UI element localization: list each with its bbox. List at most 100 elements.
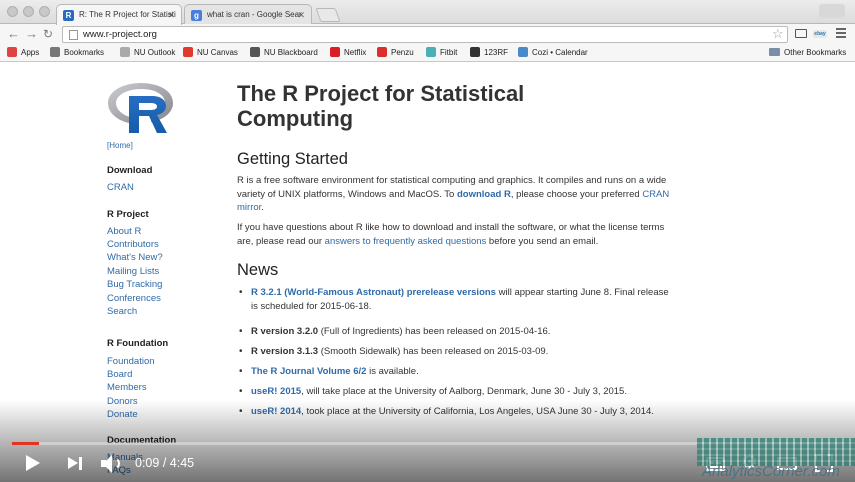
volume-icon[interactable] (100, 454, 124, 474)
news-link[interactable]: useR! 2015 (251, 386, 301, 397)
reload-icon[interactable]: ↻ (43, 26, 53, 42)
bullet-icon: • (239, 386, 243, 397)
menu-icon[interactable] (836, 28, 846, 38)
123rf-icon (470, 47, 480, 57)
news-item: • useR! 2015, will take place at the Univ… (237, 385, 677, 399)
sidebar-link[interactable]: What's New? (107, 251, 163, 264)
news-lead: R version 3.1.3 (251, 346, 319, 357)
netflix-icon (330, 47, 340, 57)
tab-close-icon[interactable]: ✕ (297, 5, 305, 25)
news-link[interactable]: R 3.2.1 (World-Famous Astronaut) prerele… (251, 287, 496, 298)
penzu-icon (377, 47, 387, 57)
bookmark-item[interactable]: Bookmarks (50, 46, 104, 60)
tab-google-search[interactable]: g what is cran - Google Sear ✕ (184, 4, 312, 25)
sidebar-link[interactable]: Board (107, 368, 132, 381)
address-bar[interactable]: www.r-project.org (62, 26, 788, 43)
screen: R R: The R Project for Statisti ✕ g what… (0, 0, 855, 482)
news-lead: R version 3.2.0 (251, 326, 319, 337)
r-logo-icon[interactable] (107, 79, 175, 135)
tab-title: what is cran - Google Sear (207, 10, 302, 19)
news-item: • The R Journal Volume 6/2 is available. (237, 365, 677, 379)
window-zoom-button[interactable] (39, 6, 50, 17)
bookmark-item[interactable]: Penzu (377, 46, 414, 60)
profile-badge[interactable] (819, 4, 845, 18)
news-item: • R 3.2.1 (World-Famous Astronaut) prerel… (237, 286, 677, 313)
news-link[interactable]: The R Journal Volume 6/2 (251, 366, 366, 377)
news-text: is available. (366, 366, 419, 377)
bookmark-item[interactable]: Fitbit (426, 46, 457, 60)
progress-played (12, 442, 39, 445)
sidebar-link[interactable]: CRAN (107, 181, 134, 194)
blackboard-icon (250, 47, 260, 57)
star-icon (50, 47, 60, 57)
bookmark-item[interactable]: Cozi • Calendar (518, 46, 588, 60)
google-favicon-icon: g (191, 10, 202, 21)
apps-grid-icon (7, 47, 17, 57)
news-text: , will take place at the University of A… (301, 386, 627, 397)
window-close-button[interactable] (7, 6, 18, 17)
sidebar-heading: R Project (107, 209, 149, 220)
forward-arrow-icon[interactable]: → (25, 26, 38, 42)
sidebar-link[interactable]: Search (107, 305, 137, 318)
sidebar-link[interactable]: Foundation (107, 355, 155, 368)
tab-close-icon[interactable]: ✕ (167, 5, 175, 25)
download-r-link[interactable]: download R (457, 189, 511, 200)
bullet-icon: • (239, 366, 243, 377)
tab-strip: R R: The R Project for Statisti ✕ g what… (0, 0, 855, 25)
canvas-icon (183, 47, 193, 57)
address-url[interactable]: www.r-project.org (83, 29, 157, 40)
page-title: The R Project for Statistical Computing (237, 81, 525, 131)
folder-icon (769, 48, 780, 56)
bookmark-item[interactable]: Apps (7, 46, 39, 60)
other-bookmarks[interactable]: Other Bookmarks (769, 46, 846, 60)
sidebar-link[interactable]: Contributors (107, 238, 159, 251)
faq-link[interactable]: answers to frequently asked questions (325, 236, 487, 247)
faq-paragraph: If you have questions about R like how t… (237, 222, 665, 247)
cast-icon[interactable] (795, 29, 807, 38)
news-item: • R version 3.1.3 (Smooth Sidewalk) has b… (237, 345, 677, 359)
bookmark-item[interactable]: Netflix (330, 46, 366, 60)
time-display: 0:09 / 4:45 (135, 456, 195, 470)
sidebar-link[interactable]: Conferences (107, 292, 161, 305)
play-icon[interactable] (26, 455, 40, 471)
back-arrow-icon[interactable]: ← (7, 26, 20, 42)
bookmark-item[interactable]: 123RF (470, 46, 508, 60)
sidebar-link[interactable]: Members (107, 381, 147, 394)
page-icon (69, 30, 78, 40)
new-tab-button[interactable] (315, 8, 341, 22)
getting-started-heading: Getting Started (237, 150, 348, 168)
news-text: (Full of Ingredients) has been released … (318, 326, 551, 337)
sidebar-link[interactable]: About R (107, 225, 141, 238)
fitbit-icon (426, 47, 436, 57)
bookmarks-bar: Apps Bookmarks NU Outlook NU Canvas NU Black… (0, 44, 855, 62)
tab-r-project[interactable]: R R: The R Project for Statisti ✕ (56, 4, 182, 25)
watermark-text: AnalyticsCorner.com (702, 463, 840, 480)
bookmark-item[interactable]: NU Canvas (183, 46, 238, 60)
news-heading: News (237, 261, 279, 279)
sidebar-heading: R Foundation (107, 338, 169, 349)
home-link[interactable]: [Home] (107, 141, 133, 150)
sidebar-link[interactable]: Bug Tracking (107, 278, 162, 291)
time-current: 0:09 (135, 456, 160, 470)
tab-title: R: The R Project for Statisti (79, 10, 176, 19)
intro-paragraph: R is a free software environment for sta… (237, 175, 670, 213)
bookmark-item[interactable]: NU Outlook (120, 46, 175, 60)
sidebar-heading: Download (107, 165, 153, 176)
sidebar-link[interactable]: Mailing Lists (107, 265, 159, 278)
next-icon[interactable] (68, 457, 84, 470)
time-total: 4:45 (169, 456, 195, 470)
extension-icon[interactable]: ebay (813, 30, 827, 38)
bullet-icon: • (239, 287, 243, 298)
news-text: (Smooth Sidewalk) has been released on 2… (318, 346, 549, 357)
cozi-icon (518, 47, 528, 57)
bullet-icon: • (239, 326, 243, 337)
watermark-grid (697, 438, 855, 466)
bullet-icon: • (239, 346, 243, 357)
news-item: • R version 3.2.0 (Full of Ingredients) h… (237, 325, 677, 339)
window-minimize-button[interactable] (23, 6, 34, 17)
r-favicon-icon: R (63, 10, 74, 21)
watermark: AnalyticsCorner.com (697, 438, 855, 482)
page-icon (120, 47, 130, 57)
bookmark-star-icon[interactable]: ☆ (772, 26, 784, 42)
bookmark-item[interactable]: NU Blackboard (250, 46, 318, 60)
